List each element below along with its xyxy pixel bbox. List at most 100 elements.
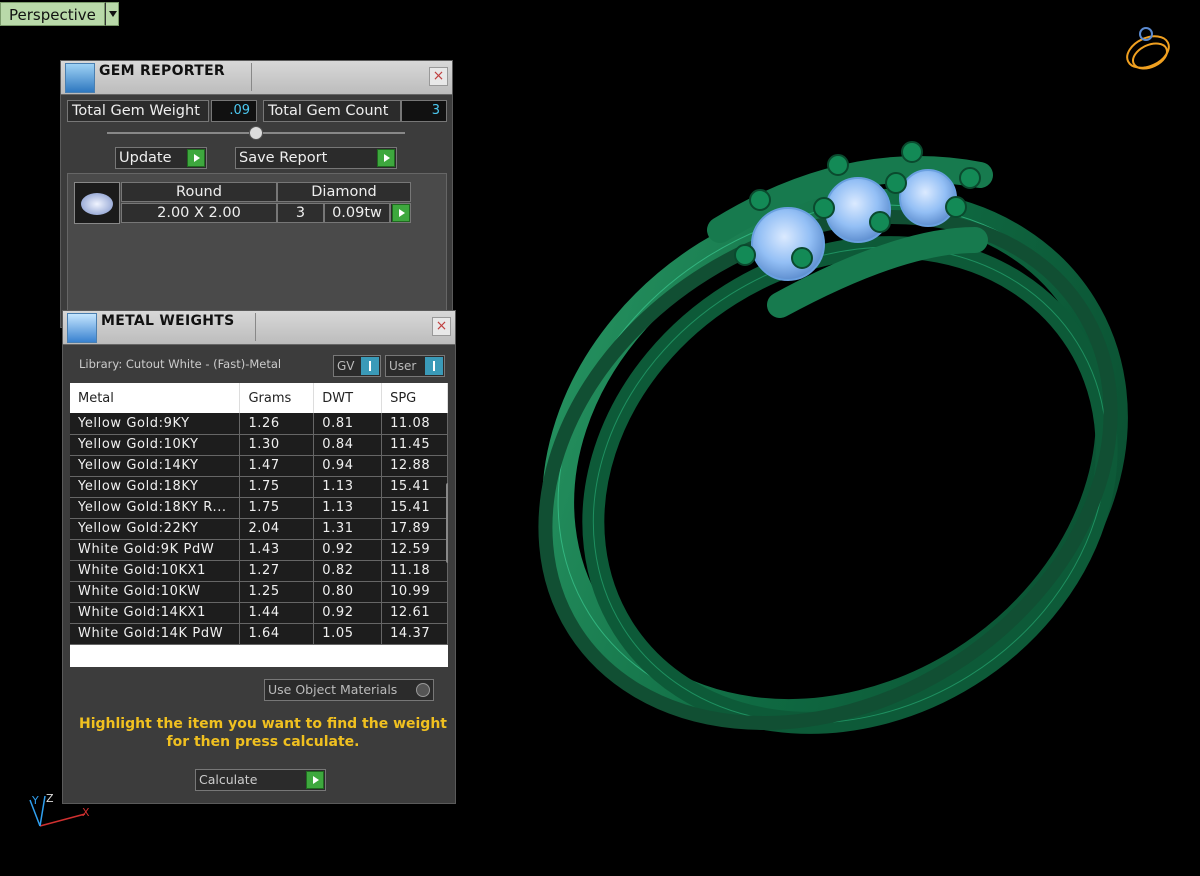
- chevron-down-icon[interactable]: [104, 2, 119, 26]
- gem-reporter-titlebar[interactable]: GEM REPORTER ×: [61, 61, 452, 95]
- dwt-cell: 0.92: [313, 602, 383, 624]
- dwt-cell: 1.13: [313, 476, 383, 498]
- table-row[interactable]: White Gold:9K PdW 1.43 0.92 12.59: [70, 539, 448, 561]
- metal-weights-table[interactable]: Metal Grams DWT SPG Yellow Gold:9KY 1.26 0…: [70, 383, 448, 667]
- table-row[interactable]: Yellow Gold:18KY R... 1.75 1.13 15.41: [70, 497, 448, 519]
- grams-cell: 1.25: [239, 581, 315, 603]
- column-header-dwt[interactable]: DWT: [313, 383, 383, 413]
- dwt-cell: 0.94: [313, 455, 383, 477]
- dwt-cell: 0.81: [313, 413, 383, 435]
- spg-cell: 11.08: [381, 413, 448, 435]
- grams-cell: 2.04: [239, 518, 315, 540]
- grams-cell: 1.75: [239, 476, 315, 498]
- metal-name-cell: Yellow Gold:18KY R...: [70, 497, 241, 519]
- grams-cell: 1.27: [239, 560, 315, 582]
- total-gem-weight-value: .09: [211, 100, 257, 122]
- gem-shape: Round: [121, 182, 277, 202]
- spg-cell: 10.99: [381, 581, 448, 603]
- spg-cell: 11.18: [381, 560, 448, 582]
- play-icon: [392, 204, 410, 222]
- calculate-button[interactable]: Calculate: [195, 769, 326, 791]
- viewport-label-text[interactable]: Perspective: [0, 2, 105, 26]
- user-toggle[interactable]: User: [385, 355, 445, 377]
- round-gem-icon: [74, 182, 120, 224]
- hint-line-1: Highlight the item you want to find the …: [79, 716, 447, 732]
- metal-name-cell: Yellow Gold:22KY: [70, 518, 241, 540]
- play-icon: [306, 771, 324, 789]
- spg-cell: 12.59: [381, 539, 448, 561]
- vertical-scrollbar[interactable]: [446, 483, 448, 563]
- grams-cell: 1.64: [239, 623, 315, 645]
- metal-name-cell: White Gold:10KW: [70, 581, 241, 603]
- table-row[interactable]: White Gold:10KW 1.25 0.80 10.99: [70, 581, 448, 603]
- metal-weights-titlebar[interactable]: METAL WEIGHTS ×: [63, 311, 455, 345]
- grams-cell: 1.30: [239, 434, 315, 456]
- table-row[interactable]: White Gold:14K PdW 1.64 1.05 14.37: [70, 623, 448, 645]
- gem-reporter-title: GEM REPORTER: [99, 63, 226, 79]
- radio-icon: [416, 683, 430, 697]
- total-gem-weight-label: Total Gem Weight: [67, 100, 209, 122]
- spg-cell: 15.41: [381, 476, 448, 498]
- metal-name-cell: Yellow Gold:9KY: [70, 413, 241, 435]
- metal-name-cell: Yellow Gold:10KY: [70, 434, 241, 456]
- gem-size: 2.00 X 2.00: [121, 203, 277, 223]
- grams-cell: 1.43: [239, 539, 315, 561]
- dwt-cell: 1.31: [313, 518, 383, 540]
- save-report-button[interactable]: Save Report: [235, 147, 397, 169]
- gem-count: 3: [277, 203, 324, 223]
- viewport-label[interactable]: Perspective: [0, 2, 119, 26]
- metal-name-cell: White Gold:9K PdW: [70, 539, 241, 561]
- gv-toggle-label: GV: [337, 359, 355, 373]
- toggle-indicator-icon: [425, 357, 443, 375]
- gem-report-icon: [65, 63, 95, 93]
- play-icon: [377, 149, 395, 167]
- gv-toggle[interactable]: GV: [333, 355, 381, 377]
- update-button-label: Update: [119, 150, 172, 166]
- user-toggle-label: User: [389, 359, 417, 373]
- axis-z-label: Z: [46, 792, 54, 805]
- play-icon: [187, 149, 205, 167]
- gem-type: Diamond: [277, 182, 411, 202]
- grams-cell: 1.44: [239, 602, 315, 624]
- close-icon[interactable]: ×: [429, 67, 448, 86]
- table-row[interactable]: White Gold:10KX1 1.27 0.82 11.18: [70, 560, 448, 582]
- table-row[interactable]: Yellow Gold:9KY 1.26 0.81 11.08: [70, 413, 448, 435]
- total-gem-count-label: Total Gem Count: [263, 100, 401, 122]
- dwt-cell: 0.92: [313, 539, 383, 561]
- spg-cell: 17.89: [381, 518, 448, 540]
- calculate-button-label: Calculate: [199, 772, 258, 787]
- spg-cell: 12.88: [381, 455, 448, 477]
- spg-cell: 11.45: [381, 434, 448, 456]
- table-header-row: Metal Grams DWT SPG: [70, 383, 448, 413]
- save-report-button-label: Save Report: [239, 150, 328, 166]
- table-row[interactable]: Yellow Gold:14KY 1.47 0.94 12.88: [70, 455, 448, 477]
- column-header-metal[interactable]: Metal: [70, 383, 241, 413]
- axis-x-label: X: [82, 806, 90, 819]
- dwt-cell: 1.13: [313, 497, 383, 519]
- metal-name-cell: White Gold:10KX1: [70, 560, 241, 582]
- gem-reporter-panel: GEM REPORTER × Total Gem Weight .09 Tota…: [60, 60, 453, 328]
- table-row[interactable]: Yellow Gold:10KY 1.30 0.84 11.45: [70, 434, 448, 456]
- table-row[interactable]: Yellow Gold:18KY 1.75 1.13 15.41: [70, 476, 448, 498]
- update-button[interactable]: Update: [115, 147, 207, 169]
- gem-list: Round Diamond 2.00 X 2.00 3 0.09tw: [67, 173, 447, 325]
- report-slider-handle[interactable]: [249, 126, 263, 140]
- dwt-cell: 0.80: [313, 581, 383, 603]
- spg-cell: 15.41: [381, 497, 448, 519]
- use-object-materials-toggle[interactable]: Use Object Materials: [264, 679, 434, 701]
- column-header-spg[interactable]: SPG: [381, 383, 448, 413]
- metal-weights-panel: METAL WEIGHTS × Library: Cutout White - …: [62, 310, 456, 804]
- gem-detail-button[interactable]: [390, 203, 411, 223]
- table-row[interactable]: Yellow Gold:22KY 2.04 1.31 17.89: [70, 518, 448, 540]
- dwt-cell: 1.05: [313, 623, 383, 645]
- spg-cell: 12.61: [381, 602, 448, 624]
- close-icon[interactable]: ×: [432, 317, 451, 336]
- metal-name-cell: Yellow Gold:18KY: [70, 476, 241, 498]
- use-object-materials-label: Use Object Materials: [268, 682, 398, 697]
- total-gem-count-value: 3: [401, 100, 447, 122]
- column-header-grams[interactable]: Grams: [239, 383, 315, 413]
- metal-name-cell: White Gold:14KX1: [70, 602, 241, 624]
- table-row[interactable]: White Gold:14KX1 1.44 0.92 12.61: [70, 602, 448, 624]
- metal-flask-icon: [67, 313, 97, 343]
- metal-name-cell: White Gold:14K PdW: [70, 623, 241, 645]
